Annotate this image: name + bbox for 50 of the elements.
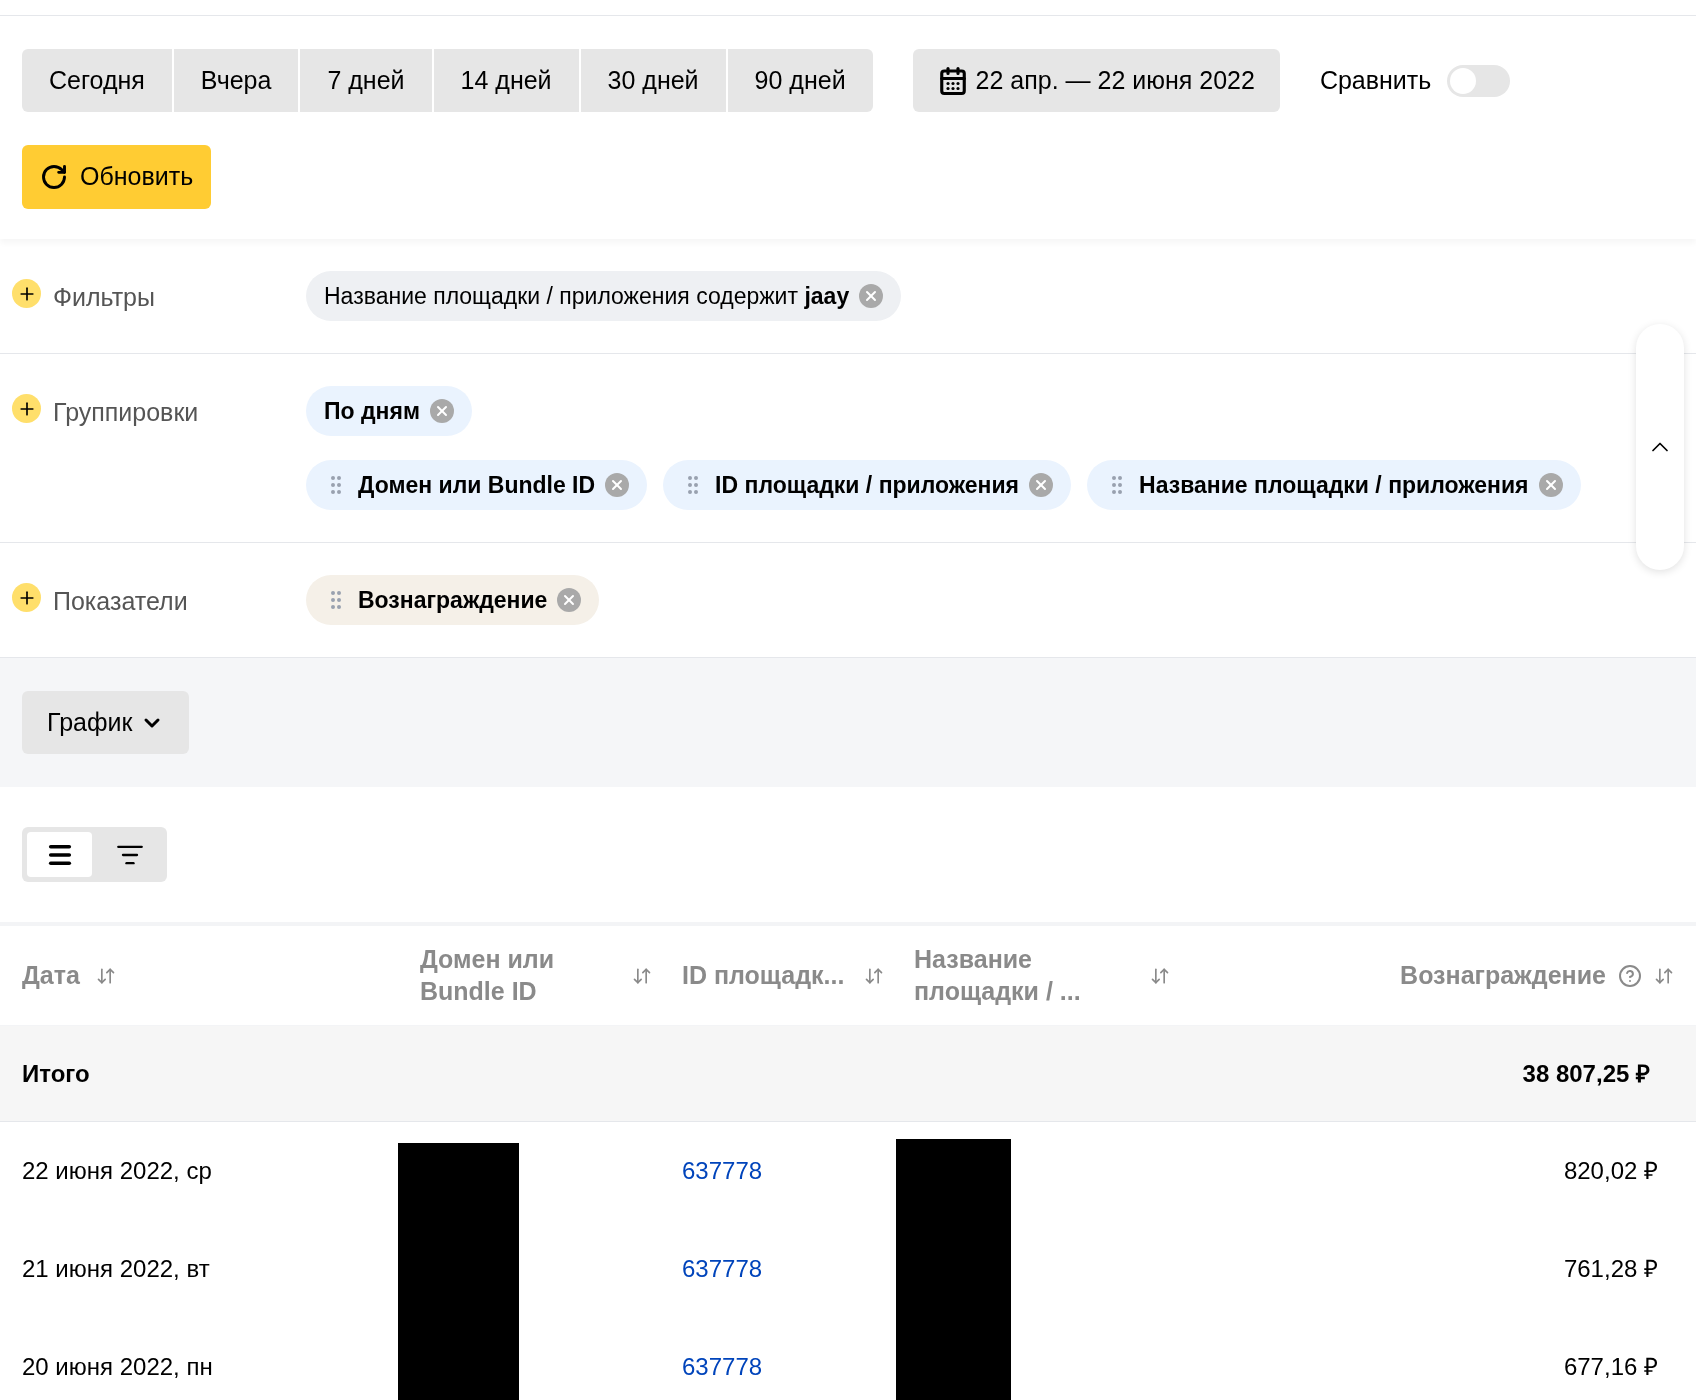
remove-icon[interactable] <box>1538 473 1563 497</box>
chip-label: Вознаграждение <box>358 585 548 615</box>
chip-label: Название площадки / приложения содержит jaay <box>324 281 850 311</box>
remove-icon[interactable] <box>429 399 454 423</box>
period-button[interactable]: Сегодня <box>22 49 172 112</box>
id-link[interactable]: 637778 <box>682 1349 763 1385</box>
calendar-icon <box>937 65 968 96</box>
period-button[interactable]: Вчера <box>173 49 299 112</box>
chip[interactable]: Название площадки / приложения <box>1087 460 1581 510</box>
refresh-icon <box>40 163 68 191</box>
total-value: 38 807,25 ₽ <box>1522 1058 1651 1089</box>
id-link[interactable]: 637778 <box>682 1251 763 1287</box>
compare-toggle[interactable] <box>1447 64 1511 97</box>
period-button[interactable]: 7 дней <box>300 49 432 112</box>
compare-label: Сравнить <box>1319 64 1432 96</box>
date-cell-text: 22 июня 2022, ср <box>22 1156 213 1186</box>
period-button[interactable]: 30 дней <box>580 49 726 112</box>
chip[interactable]: Домен или Bundle ID <box>306 460 648 510</box>
chip[interactable]: Название площадки / приложения содержит jaay <box>306 271 902 321</box>
help-icon[interactable] <box>1618 963 1642 988</box>
chip[interactable]: По дням <box>306 386 472 436</box>
reward-cell-text: 677,16 ₽ <box>1563 1352 1659 1382</box>
period-button[interactable]: 14 дней <box>433 49 579 112</box>
flat-view-button[interactable] <box>27 832 92 877</box>
remove-icon[interactable] <box>605 473 630 497</box>
id-link[interactable]: 637778 <box>682 1153 763 1189</box>
chart-dropdown[interactable]: График <box>22 691 190 754</box>
date-cell-text: 21 июня 2022, вт <box>22 1254 211 1284</box>
remove-icon[interactable] <box>859 284 884 308</box>
chip-label: Домен или Bundle ID <box>358 470 596 500</box>
section-label: Группировки <box>53 397 199 428</box>
reward-cell-text: 820,02 ₽ <box>1563 1156 1659 1186</box>
chip-label: ID площадки / приложения <box>715 470 1020 500</box>
refresh-button[interactable]: Обновить <box>22 145 212 209</box>
date-cell-text: 20 июня 2022, пн <box>22 1352 214 1382</box>
chip-label: По дням <box>324 396 420 426</box>
period-button[interactable]: 90 дней <box>727 49 873 112</box>
add-icon[interactable] <box>12 279 41 308</box>
remove-icon[interactable] <box>557 588 582 612</box>
chip[interactable]: Вознаграждение <box>306 575 600 625</box>
chip[interactable]: ID площадки / приложения <box>663 460 1072 510</box>
section-label: Фильтры <box>53 282 155 313</box>
section-label: Показатели <box>53 586 188 617</box>
total-label: Итого <box>22 1058 91 1089</box>
reward-cell-text: 761,28 ₽ <box>1563 1254 1659 1284</box>
add-icon[interactable] <box>12 583 41 612</box>
add-icon[interactable] <box>12 394 41 423</box>
date-range-button[interactable]: 22 апр. — 22 июня 2022 <box>912 49 1280 112</box>
remove-icon[interactable] <box>1029 473 1054 497</box>
chip-label: Название площадки / приложения <box>1139 470 1529 500</box>
